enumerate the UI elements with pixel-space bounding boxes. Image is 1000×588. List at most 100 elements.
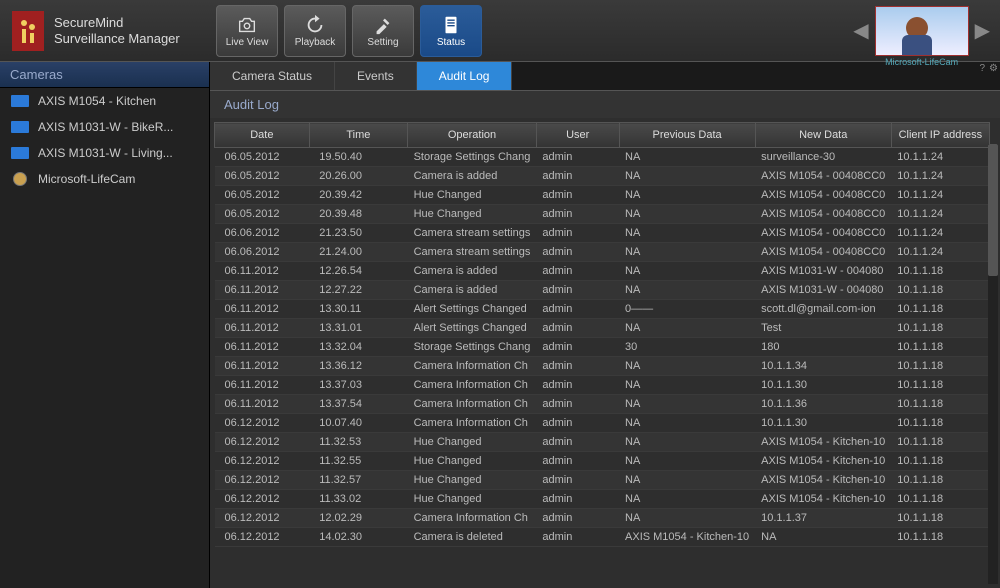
live-view-button[interactable]: Live View	[216, 5, 278, 57]
camera-preview[interactable]: Microsoft-LifeCam	[875, 6, 969, 56]
table-cell: 13.32.04	[309, 338, 407, 357]
table-row[interactable]: 06.05.201220.39.48Hue ChangedadminNAAXIS…	[215, 205, 990, 224]
column-header[interactable]: Previous Data	[619, 123, 755, 148]
table-cell: 10.1.1.18	[891, 414, 989, 433]
table-cell: AXIS M1054 - Kitchen-10	[755, 490, 891, 509]
table-row[interactable]: 06.11.201212.27.22Camera is addedadminNA…	[215, 281, 990, 300]
app-logo	[12, 11, 44, 51]
table-cell: surveillance-30	[755, 148, 891, 167]
table-cell: 06.11.2012	[215, 262, 310, 281]
table-cell: NA	[619, 452, 755, 471]
table-row[interactable]: 06.05.201220.39.42Hue ChangedadminNAAXIS…	[215, 186, 990, 205]
table-cell: NA	[619, 281, 755, 300]
table-row[interactable]: 06.05.201219.50.40Storage Settings Chang…	[215, 148, 990, 167]
table-cell: Camera is added	[408, 281, 537, 300]
table-cell: 10.1.1.30	[755, 414, 891, 433]
column-header[interactable]: Time	[309, 123, 407, 148]
table-cell: AXIS M1031-W - 004080	[755, 281, 891, 300]
table-cell: Camera stream settings	[408, 224, 537, 243]
table-cell: 10.1.1.18	[891, 433, 989, 452]
setting-button[interactable]: Setting	[352, 5, 414, 57]
table-cell: Alert Settings Changed	[408, 319, 537, 338]
table-cell: 06.12.2012	[215, 414, 310, 433]
table-cell: 06.05.2012	[215, 186, 310, 205]
status-button[interactable]: Status	[420, 5, 482, 57]
playback-button[interactable]: Playback	[284, 5, 346, 57]
table-row[interactable]: 06.12.201210.07.40Camera Information Cha…	[215, 414, 990, 433]
table-cell: 11.32.53	[309, 433, 407, 452]
table-scrollbar[interactable]	[988, 144, 998, 584]
preview-prev-icon[interactable]: ◀	[847, 18, 874, 43]
column-header[interactable]: Operation	[408, 123, 537, 148]
table-cell: Camera is added	[408, 167, 537, 186]
camera-icon	[10, 146, 30, 160]
table-cell: admin	[536, 224, 619, 243]
table-row[interactable]: 06.11.201212.26.54Camera is addedadminNA…	[215, 262, 990, 281]
table-cell: scott.dl@gmail.com-ion	[755, 300, 891, 319]
table-cell: 20.39.42	[309, 186, 407, 205]
table-cell: admin	[536, 167, 619, 186]
column-header[interactable]: User	[536, 123, 619, 148]
column-header[interactable]: Client IP address	[891, 123, 989, 148]
help-icon[interactable]: ?	[979, 63, 985, 74]
table-cell: AXIS M1054 - 00408CC0	[755, 205, 891, 224]
table-cell: 10.07.40	[309, 414, 407, 433]
table-row[interactable]: 06.12.201211.33.02Hue ChangedadminNAAXIS…	[215, 490, 990, 509]
sidebar-camera-item[interactable]: AXIS M1031-W - Living...	[0, 140, 209, 166]
table-cell: 21.24.00	[309, 243, 407, 262]
table-cell: 06.11.2012	[215, 376, 310, 395]
table-row[interactable]: 06.11.201213.31.01Alert Settings Changed…	[215, 319, 990, 338]
table-row[interactable]: 06.11.201213.32.04Storage Settings Chang…	[215, 338, 990, 357]
settings-icon[interactable]: ⚙	[989, 63, 998, 74]
table-cell: Alert Settings Changed	[408, 300, 537, 319]
table-cell: NA	[619, 243, 755, 262]
table-cell: 10.1.1.18	[891, 528, 989, 547]
tools-icon	[372, 13, 394, 37]
table-cell: NA	[619, 357, 755, 376]
audit-log-table: DateTimeOperationUserPrevious DataNew Da…	[214, 122, 990, 547]
table-row[interactable]: 06.11.201213.30.11Alert Settings Changed…	[215, 300, 990, 319]
table-row[interactable]: 06.11.201213.37.54Camera Information Cha…	[215, 395, 990, 414]
table-cell: Test	[755, 319, 891, 338]
table-row[interactable]: 06.06.201221.23.50Camera stream settings…	[215, 224, 990, 243]
table-row[interactable]: 06.06.201221.24.00Camera stream settings…	[215, 243, 990, 262]
table-row[interactable]: 06.12.201211.32.55Hue ChangedadminNAAXIS…	[215, 452, 990, 471]
table-cell: 10.1.1.34	[755, 357, 891, 376]
table-cell: admin	[536, 452, 619, 471]
tab-audit-log[interactable]: Audit Log	[417, 62, 513, 90]
table-row[interactable]: 06.12.201211.32.53Hue ChangedadminNAAXIS…	[215, 433, 990, 452]
table-cell: admin	[536, 281, 619, 300]
tab-camera-status[interactable]: Camera Status	[210, 62, 335, 90]
table-cell: NA	[619, 186, 755, 205]
table-cell: 06.05.2012	[215, 167, 310, 186]
table-row[interactable]: 06.12.201214.02.30Camera is deletedadmin…	[215, 528, 990, 547]
toolbar-label: Playback	[295, 37, 336, 48]
table-cell: 10.1.1.36	[755, 395, 891, 414]
sidebar-camera-item[interactable]: AXIS M1031-W - BikeR...	[0, 114, 209, 140]
table-cell: AXIS M1054 - 00408CC0	[755, 243, 891, 262]
sidebar-camera-item[interactable]: AXIS M1054 - Kitchen	[0, 88, 209, 114]
table-cell: 06.12.2012	[215, 528, 310, 547]
table-row[interactable]: 06.12.201211.32.57Hue ChangedadminNAAXIS…	[215, 471, 990, 490]
table-row[interactable]: 06.05.201220.26.00Camera is addedadminNA…	[215, 167, 990, 186]
table-row[interactable]: 06.11.201213.36.12Camera Information Cha…	[215, 357, 990, 376]
table-cell: 10.1.1.18	[891, 319, 989, 338]
main-toolbar: Live View Playback SettingStatus	[210, 1, 488, 61]
table-cell: 11.33.02	[309, 490, 407, 509]
table-cell: Camera stream settings	[408, 243, 537, 262]
table-cell: 06.12.2012	[215, 490, 310, 509]
camera-label: AXIS M1054 - Kitchen	[38, 94, 156, 108]
table-row[interactable]: 06.11.201213.37.03Camera Information Cha…	[215, 376, 990, 395]
column-header[interactable]: New Data	[755, 123, 891, 148]
table-cell: AXIS M1054 - 00408CC0	[755, 167, 891, 186]
preview-next-icon[interactable]: ▶	[969, 18, 996, 43]
tab-events[interactable]: Events	[335, 62, 417, 90]
column-header[interactable]: Date	[215, 123, 310, 148]
table-cell: NA	[619, 414, 755, 433]
table-row[interactable]: 06.12.201212.02.29Camera Information Cha…	[215, 509, 990, 528]
table-cell: Camera Information Ch	[408, 509, 537, 528]
sidebar-camera-item[interactable]: Microsoft-LifeCam	[0, 166, 209, 192]
table-cell: AXIS M1054 - Kitchen-10	[755, 433, 891, 452]
sidebar: Cameras AXIS M1054 - KitchenAXIS M1031-W…	[0, 62, 210, 588]
table-cell: Camera is added	[408, 262, 537, 281]
